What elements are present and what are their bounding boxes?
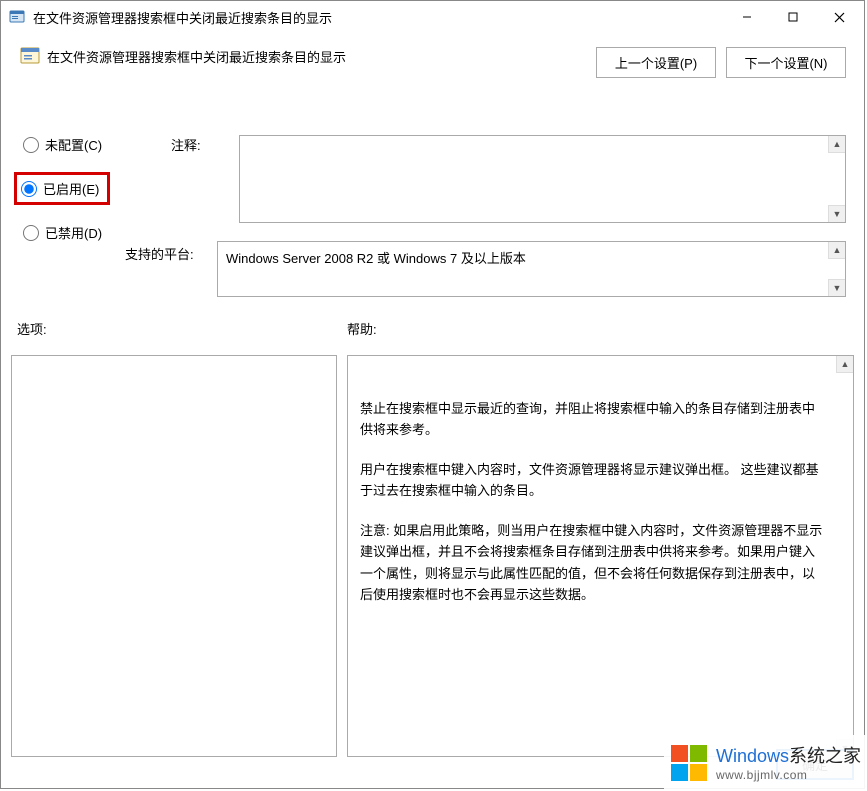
watermark-brand-suffix: 系统之家 <box>789 746 861 766</box>
watermark-url: www.bjjmlv.com <box>716 768 861 782</box>
policy-icon <box>19 45 41 67</box>
minimize-button[interactable] <box>724 1 770 33</box>
radio-not-configured-label: 未配置(C) <box>45 135 102 154</box>
scroll-up-icon[interactable]: ▲ <box>828 136 845 153</box>
supported-label: 支持的平台: <box>125 244 194 263</box>
content-area: 在文件资源管理器搜索框中关闭最近搜索条目的显示 上一个设置(P) 下一个设置(N… <box>1 33 864 788</box>
scroll-down-icon[interactable]: ▼ <box>828 205 845 222</box>
watermark-brand-prefix: Windows <box>716 746 789 766</box>
windows-logo-icon <box>668 742 710 787</box>
options-panel <box>11 355 337 757</box>
scroll-up-icon[interactable]: ▲ <box>836 356 853 373</box>
maximize-button[interactable] <box>770 1 816 33</box>
watermark: Windows系统之家 www.bjjmlv.com <box>664 735 867 791</box>
supported-value: Windows Server 2008 R2 或 Windows 7 及以上版本 <box>226 251 526 266</box>
comment-label: 注释: <box>171 135 201 154</box>
next-setting-button[interactable]: 下一个设置(N) <box>726 47 846 78</box>
radio-enabled[interactable]: 已启用(E) <box>14 172 110 205</box>
state-radios: 未配置(C) 已启用(E) 已禁用(D) <box>19 133 110 260</box>
help-panel: 禁止在搜索框中显示最近的查询，并阻止将搜索框中输入的条目存储到注册表中供将来参考… <box>347 355 854 757</box>
policy-window: 在文件资源管理器搜索框中关闭最近搜索条目的显示 <box>0 0 865 789</box>
header-row: 在文件资源管理器搜索框中关闭最近搜索条目的显示 上一个设置(P) 下一个设置(N… <box>19 45 846 78</box>
policy-title: 在文件资源管理器搜索框中关闭最近搜索条目的显示 <box>47 47 346 66</box>
radio-enabled-input[interactable] <box>21 181 37 197</box>
radio-disabled-input[interactable] <box>23 225 39 241</box>
previous-setting-button[interactable]: 上一个设置(P) <box>596 47 716 78</box>
radio-not-configured[interactable]: 未配置(C) <box>19 133 110 156</box>
window-icon <box>9 9 25 25</box>
help-paragraph: 用户在搜索框中键入内容时，文件资源管理器将显示建议弹出框。 这些建议都基于过去在… <box>360 459 825 502</box>
radio-not-configured-input[interactable] <box>23 137 39 153</box>
title-bar[interactable]: 在文件资源管理器搜索框中关闭最近搜索条目的显示 <box>1 1 864 33</box>
help-paragraph: 注意: 如果启用此策略，则当用户在搜索框中键入内容时，文件资源管理器不显示建议弹… <box>360 520 825 606</box>
comment-textarea[interactable]: ▲ ▼ <box>239 135 846 223</box>
radio-enabled-label: 已启用(E) <box>43 179 99 198</box>
radio-disabled[interactable]: 已禁用(D) <box>19 221 110 244</box>
help-label: 帮助: <box>347 319 377 338</box>
supported-text: Windows Server 2008 R2 或 Windows 7 及以上版本… <box>217 241 846 297</box>
options-label: 选项: <box>17 319 47 338</box>
scroll-down-icon[interactable]: ▼ <box>828 279 845 296</box>
scroll-up-icon[interactable]: ▲ <box>828 242 845 259</box>
window-title: 在文件资源管理器搜索框中关闭最近搜索条目的显示 <box>33 8 724 27</box>
help-paragraph: 禁止在搜索框中显示最近的查询，并阻止将搜索框中输入的条目存储到注册表中供将来参考… <box>360 398 825 441</box>
radio-disabled-label: 已禁用(D) <box>45 223 102 242</box>
window-controls <box>724 1 862 33</box>
close-button[interactable] <box>816 1 862 33</box>
